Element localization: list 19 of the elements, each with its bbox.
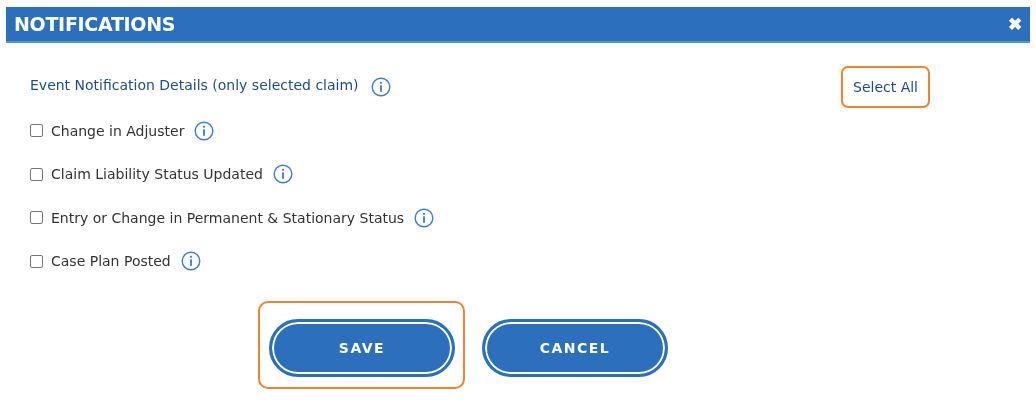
cancel-button[interactable]: CANCEL: [482, 319, 668, 377]
option-label: Entry or Change in Permanent & Stationary Status: [51, 209, 405, 226]
window-title: NOTIFICATIONS: [14, 13, 176, 35]
info-icon[interactable]: [272, 164, 293, 185]
checkbox[interactable]: [30, 167, 43, 181]
section-heading: Event Notification Details (only selected claim): [30, 77, 359, 93]
close-button[interactable]: ✖: [1006, 13, 1024, 35]
info-icon[interactable]: [194, 120, 215, 141]
option-label: Change in Adjuster: [51, 122, 185, 139]
option-label: Claim Liability Status Updated: [51, 166, 263, 183]
option-label: Case Plan Posted: [51, 253, 171, 270]
select-all-button[interactable]: Select All: [841, 66, 930, 108]
checkbox[interactable]: [30, 211, 43, 225]
save-button[interactable]: SAVE: [269, 319, 455, 377]
info-icon[interactable]: [370, 77, 391, 97]
checkbox[interactable]: [30, 124, 43, 138]
checkbox[interactable]: [30, 254, 43, 268]
info-icon[interactable]: [414, 207, 435, 228]
info-icon[interactable]: [180, 251, 201, 272]
